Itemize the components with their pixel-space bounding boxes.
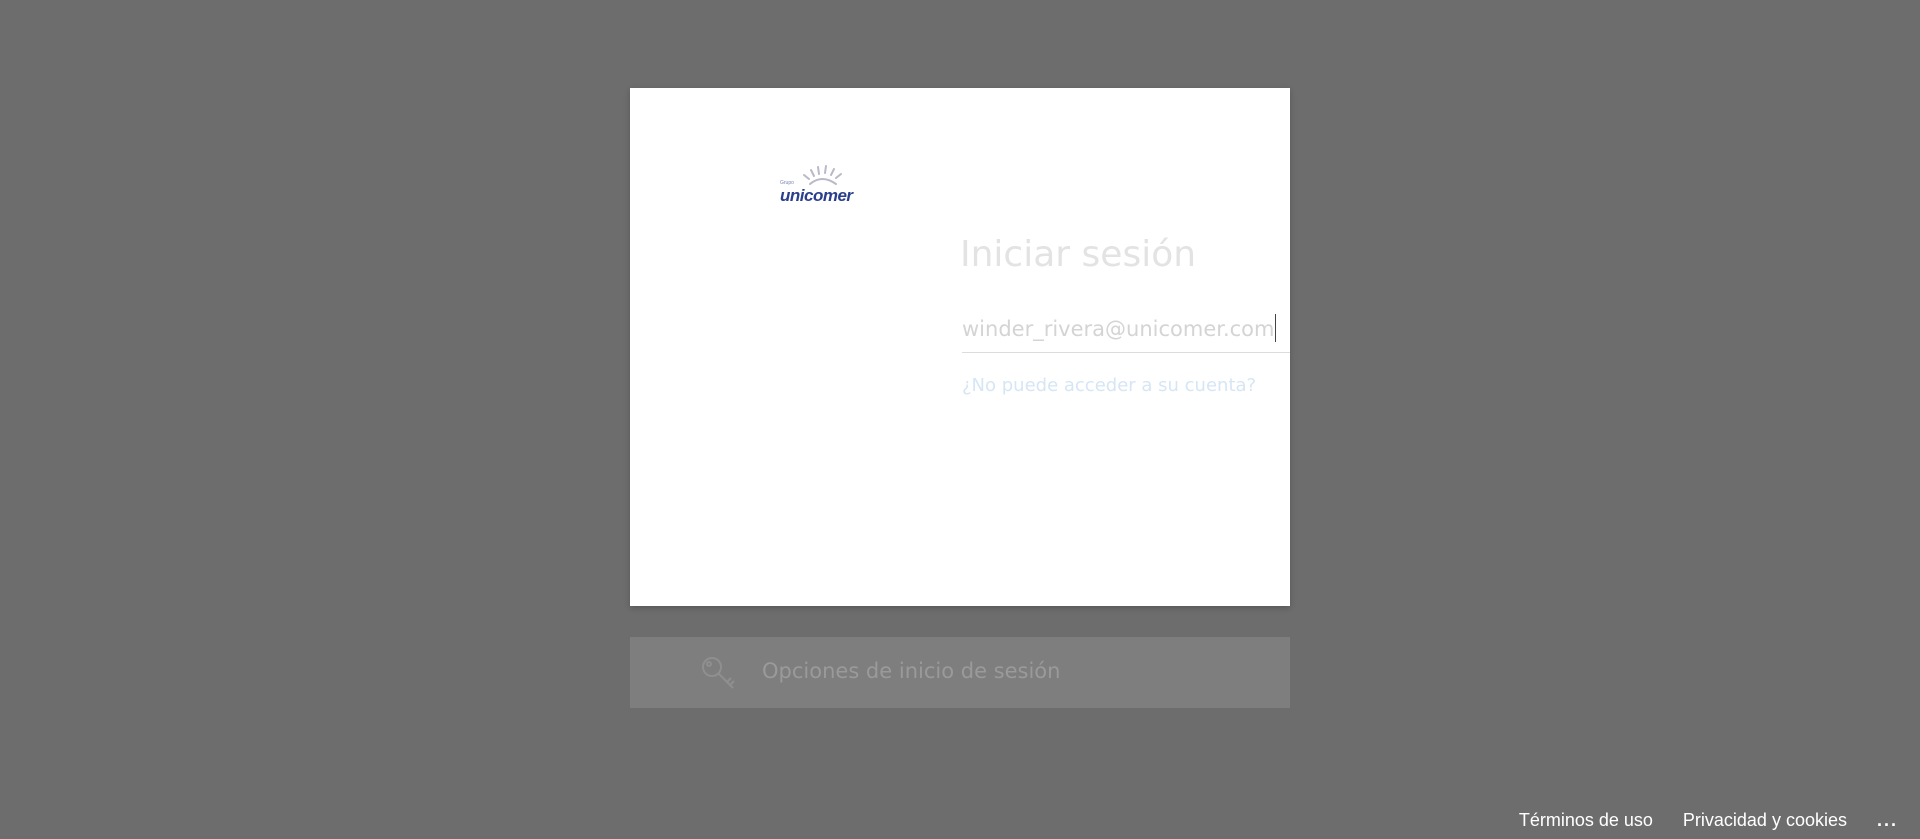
privacy-cookies-link[interactable]: Privacidad y cookies xyxy=(1683,810,1847,831)
sign-in-card: Grupo unicomer Iniciar sesión winder_riv… xyxy=(630,88,1290,606)
sign-in-options-button[interactable]: Opciones de inicio de sesión xyxy=(630,637,1290,708)
email-text: winder_rivera@unicomer.com xyxy=(962,317,1275,341)
email-field[interactable]: winder_rivera@unicomer.com xyxy=(962,302,1290,353)
sign-in-options-label: Opciones de inicio de sesión xyxy=(762,659,1061,683)
logo-wordmark: unicomer xyxy=(780,186,853,205)
company-logo: Grupo unicomer xyxy=(780,164,870,210)
text-caret xyxy=(1275,314,1277,342)
key-icon xyxy=(700,655,738,691)
sign-in-page: Grupo unicomer Iniciar sesión winder_riv… xyxy=(0,0,1920,839)
footer: Términos de uso Privacidad y cookies ... xyxy=(1519,810,1898,831)
cant-access-account-link[interactable]: ¿No puede acceder a su cuenta? xyxy=(962,375,1256,396)
terms-of-use-link[interactable]: Términos de uso xyxy=(1519,810,1653,831)
more-options-button[interactable]: ... xyxy=(1877,810,1898,831)
page-title: Iniciar sesión xyxy=(960,234,1197,275)
email-value[interactable]: winder_rivera@unicomer.com xyxy=(962,314,1277,342)
